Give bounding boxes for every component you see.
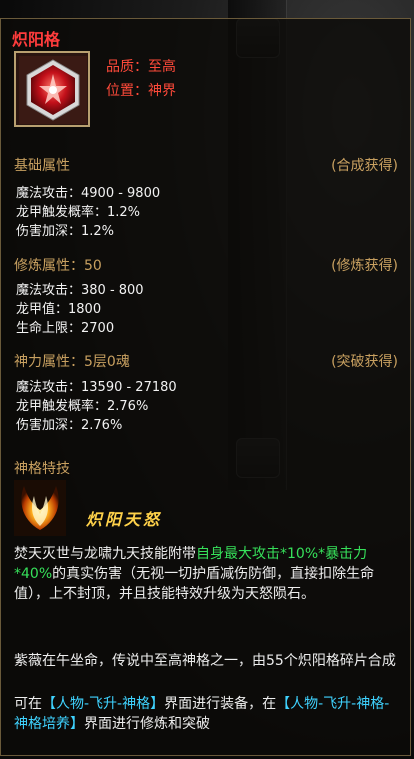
equip-link-divine[interactable]: 【人物-飞升-神格】 [42, 696, 164, 712]
red-hexagon-gem-icon [19, 56, 87, 124]
equip-text: 界面进行修炼和突破 [84, 716, 210, 732]
section-title-base: 基础属性 [14, 158, 70, 174]
position-label: 位置：神界 [106, 83, 176, 99]
skill-desc-text: 的真实伤害（无视一切护盾减伤防御，直接扣除生命值），上不封顶，并且技能特效升级为… [14, 566, 375, 602]
stat-line: 生命上限：2700 [16, 321, 115, 336]
section-title-divine: 神力属性：5层0魂 [14, 354, 130, 370]
equip-text: 界面进行装备，在 [164, 696, 277, 712]
section-source-base: (合成获得) [331, 158, 398, 174]
section-title-train: 修炼属性：50 [14, 258, 102, 274]
section-source-train: (修炼获得) [331, 258, 398, 274]
stat-line: 龙甲触发概率：2.76% [16, 399, 149, 414]
equip-instructions: 可在【人物-飞升-神格】界面进行装备，在【人物-飞升-神格-神格培养】界面进行修… [14, 694, 398, 734]
stat-line: 伤害加深：1.2% [16, 224, 115, 239]
stat-line: 伤害加深：2.76% [16, 418, 123, 433]
skill-desc-text: 焚天灭世与龙啸九天技能附带 [14, 546, 196, 562]
skill-icon-frame [14, 480, 66, 536]
tooltip-title: 炽阳格 [12, 30, 61, 49]
quality-label: 品质：至高 [106, 59, 176, 75]
blazing-wings-icon [14, 480, 66, 536]
stat-line: 龙甲值：1800 [16, 302, 102, 317]
item-icon-frame [14, 51, 90, 127]
skill-section-title: 神格特技 [14, 461, 70, 477]
lore-text: 紫薇在午坐命，传说中至高神格之一，由55个炽阳格碎片合成 [14, 653, 396, 669]
section-source-divine: (突破获得) [331, 354, 398, 370]
stat-line: 魔法攻击：4900 - 9800 [16, 186, 161, 201]
stat-line: 魔法攻击：13590 - 27180 [16, 380, 177, 395]
stat-line: 龙甲触发概率：1.2% [16, 205, 141, 220]
equip-text: 可在 [14, 696, 42, 712]
stat-line: 魔法攻击：380 - 800 [16, 283, 144, 298]
skill-description: 焚天灭世与龙啸九天技能附带自身最大攻击*10%*暴击力*40%的真实伤害（无视一… [14, 544, 398, 604]
skill-name: 炽阳天怒 [86, 510, 163, 529]
